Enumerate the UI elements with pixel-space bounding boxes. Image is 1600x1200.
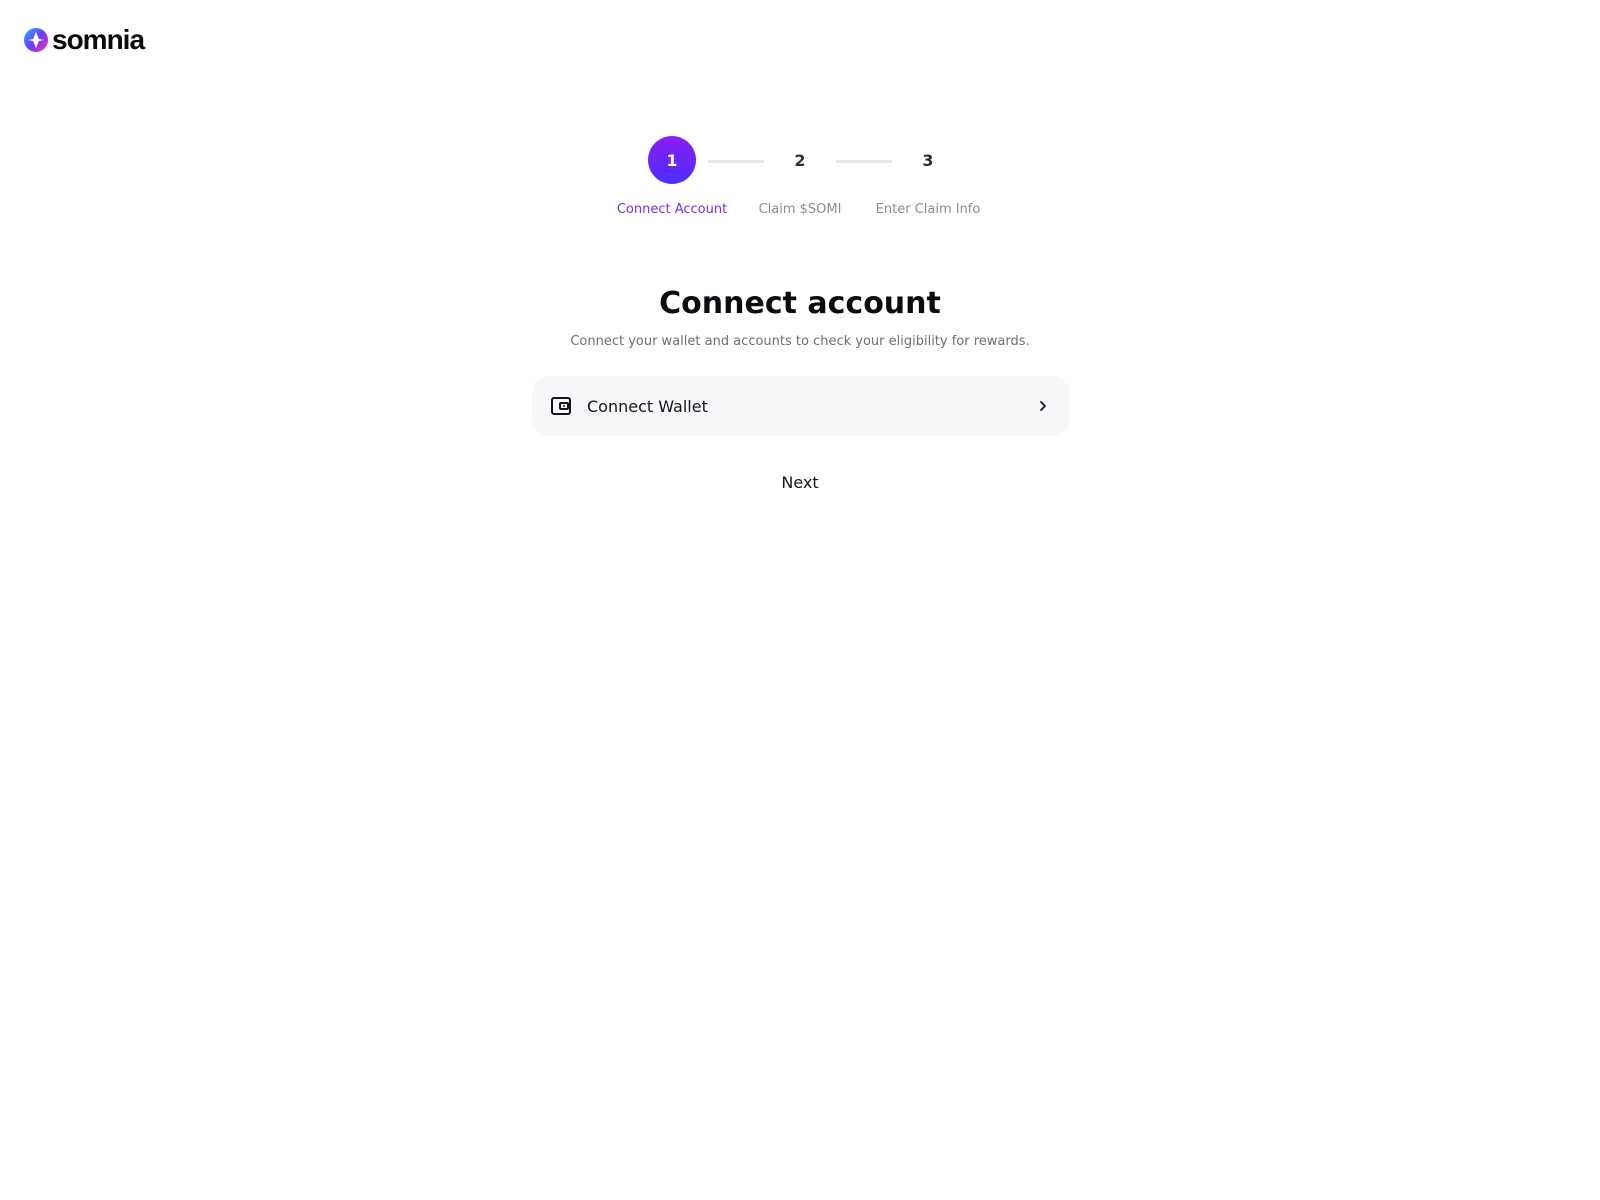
step-1-indicator: 1 (648, 136, 696, 184)
page-subtitle: Connect your wallet and accounts to chec… (570, 334, 1030, 349)
next-button[interactable]: Next (700, 466, 900, 498)
somnia-logo-icon[interactable] (24, 28, 48, 52)
stepper-track: 1 2 3 Connect Account Claim $SOMI Enter … (0, 136, 1600, 217)
step-connector (836, 160, 892, 163)
brand-name[interactable]: somnia (52, 24, 145, 56)
step-2-indicator: 2 (794, 150, 806, 170)
chevron-right-icon (1040, 401, 1046, 411)
step-3-label: Enter Claim Info (875, 202, 981, 217)
step-3-indicator: 3 (922, 150, 934, 170)
step-2-label: Claim $SOMI (758, 202, 842, 217)
wallet-icon (551, 397, 571, 415)
step-1-label: Connect Account (616, 202, 728, 217)
header: somnia (24, 24, 145, 56)
connect-wallet-label: Connect Wallet (587, 396, 708, 416)
page-title: Connect account (659, 286, 941, 321)
progress-stepper: 1 2 3 Connect Account Claim $SOMI Enter … (0, 136, 1600, 217)
connect-wallet-button[interactable]: Connect Wallet (532, 376, 1070, 436)
step-connector (708, 160, 764, 163)
